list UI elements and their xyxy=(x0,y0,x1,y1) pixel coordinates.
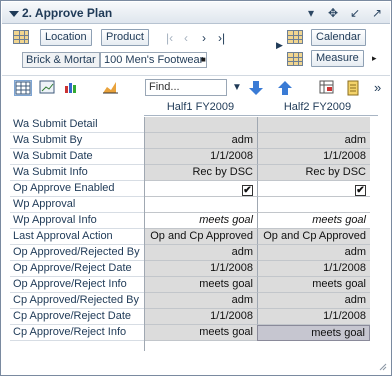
cell[interactable]: 1/1/2008 xyxy=(257,149,370,165)
cell[interactable]: meets goal xyxy=(144,325,257,341)
breadcrumb-product[interactable]: 100 Men's Footwear xyxy=(100,52,208,68)
cell[interactable] xyxy=(257,197,370,213)
last-page-icon[interactable]: ›| xyxy=(218,31,225,45)
column-divider xyxy=(144,117,145,351)
move-icon[interactable]: ✥ xyxy=(324,5,342,21)
export-icon[interactable] xyxy=(319,80,337,96)
cell[interactable] xyxy=(257,117,370,133)
breadcrumb-more-icon[interactable]: ■ xyxy=(201,55,206,64)
row-axis-icon xyxy=(13,30,29,44)
cell[interactable]: meets goal xyxy=(144,277,257,293)
table-row: Cp Approve/Reject Date 1/1/2008 1/1/2008 xyxy=(10,309,378,325)
row-label: Cp Approved/Rejected By xyxy=(10,293,144,309)
cell[interactable]: ✔ xyxy=(257,181,370,197)
op-approve-checkbox[interactable]: ✔ xyxy=(355,185,366,196)
table-row: Wa Submit Info Rec by DSC Rec by DSC xyxy=(10,165,378,181)
cell[interactable]: 1/1/2008 xyxy=(257,261,370,277)
cell[interactable] xyxy=(144,197,257,213)
arrow-up-icon[interactable] xyxy=(277,80,295,96)
row-label: Wp Approval Info xyxy=(10,213,144,229)
next-page-icon[interactable]: › xyxy=(202,31,206,45)
op-approve-checkbox[interactable]: ✔ xyxy=(242,185,253,196)
window-title: 2. Approve Plan xyxy=(22,6,113,20)
breadcrumb-location[interactable]: Brick & Mortar xyxy=(22,52,100,68)
table-row: Last Approval Action Op and Cp Approved … xyxy=(10,229,378,245)
table-row: Cp Approved/Rejected By adm adm xyxy=(10,293,378,309)
row-label: Last Approval Action xyxy=(10,229,144,245)
table-row: Op Approve Enabled ✔ ✔ xyxy=(10,181,378,197)
calendar-dimension-button[interactable]: Calendar xyxy=(311,29,366,46)
cell[interactable]: Rec by DSC xyxy=(144,165,257,181)
table-row: Wa Submit By adm adm xyxy=(10,133,378,149)
resize-grip-icon[interactable] xyxy=(377,361,387,371)
table-row: Wp Approval Info meets goal meets goal xyxy=(10,213,378,229)
cell[interactable]: Rec by DSC xyxy=(257,165,370,181)
row-label: Op Approved/Rejected By xyxy=(10,245,144,261)
find-input[interactable]: Find... xyxy=(145,79,227,96)
view-toolbar: Find... ▼ » xyxy=(2,75,390,99)
column-axis-icon xyxy=(287,30,303,44)
cell[interactable]: adm xyxy=(144,245,257,261)
cell[interactable]: adm xyxy=(257,133,370,149)
row-label: Wa Submit Detail xyxy=(10,117,144,133)
row-label: Wa Submit Info xyxy=(10,165,144,181)
title-bar: 2. Approve Plan ▾ ✥ ↙ ↗ xyxy=(2,2,390,24)
cell[interactable]: 1/1/2008 xyxy=(144,261,257,277)
row-label: Cp Approve/Reject Info xyxy=(10,325,144,341)
arrow-down-icon[interactable] xyxy=(248,80,266,96)
measure-axis-icon xyxy=(287,52,303,66)
row-label: Wa Submit By xyxy=(10,133,144,149)
row-label: Wp Approval xyxy=(10,197,144,213)
cell[interactable]: adm xyxy=(257,245,370,261)
cell[interactable] xyxy=(144,117,257,133)
more-tools-icon[interactable]: » xyxy=(374,80,381,95)
column-dimension-panel: Calendar Measure ▸ xyxy=(283,25,387,71)
row-label: Cp Approve/Reject Date xyxy=(10,309,144,325)
table-row: Cp Approve/Reject Info meets goal meets … xyxy=(10,325,378,341)
chevron-down-icon[interactable]: ▾ xyxy=(302,5,320,21)
measure-dimension-button[interactable]: Measure xyxy=(311,50,364,67)
product-dimension-button[interactable]: Product xyxy=(101,29,149,46)
table-row: Op Approved/Rejected By adm adm xyxy=(10,245,378,261)
cell[interactable]: Op and Cp Approved xyxy=(257,229,370,245)
approve-plan-window: 2. Approve Plan ▾ ✥ ↙ ↗ Location Product… xyxy=(0,0,392,376)
minimize-icon[interactable]: ↙ xyxy=(346,5,364,21)
cell[interactable]: 1/1/2008 xyxy=(144,309,257,325)
table-row: Wa Submit Date 1/1/2008 1/1/2008 xyxy=(10,149,378,165)
selected-cell[interactable]: meets goal xyxy=(257,325,370,341)
notes-icon[interactable] xyxy=(345,80,363,96)
column-header[interactable]: Half1 FY2009 xyxy=(144,99,257,116)
scroll-right-icon[interactable]: ▸ xyxy=(372,53,377,64)
chart-table-icon[interactable] xyxy=(39,80,57,96)
location-dimension-button[interactable]: Location xyxy=(40,29,92,46)
first-page-icon[interactable]: |‹ xyxy=(166,31,173,45)
table-row: Wa Submit Detail xyxy=(10,117,378,133)
expand-arrow-icon[interactable]: ▶ xyxy=(276,40,283,51)
table-row: Op Approve/Reject Info meets goal meets … xyxy=(10,277,378,293)
previous-page-icon[interactable]: ‹ xyxy=(184,31,188,45)
maximize-icon[interactable]: ↗ xyxy=(368,5,386,21)
table-row: Wp Approval xyxy=(10,197,378,213)
row-label: Op Approve/Reject Date xyxy=(10,261,144,277)
area-chart-icon[interactable] xyxy=(102,80,120,96)
cell[interactable]: adm xyxy=(144,133,257,149)
cell[interactable]: adm xyxy=(144,293,257,309)
find-dropdown-icon[interactable]: ▼ xyxy=(232,82,242,93)
cell[interactable]: adm xyxy=(257,293,370,309)
cell[interactable]: meets goal xyxy=(144,213,257,229)
cell[interactable]: 1/1/2008 xyxy=(257,309,370,325)
cell[interactable]: meets goal xyxy=(257,277,370,293)
column-header[interactable]: Half2 FY2009 xyxy=(257,99,378,116)
row-label: Op Approve/Reject Info xyxy=(10,277,144,293)
cell[interactable]: ✔ xyxy=(144,181,257,197)
collapse-toggle-icon[interactable] xyxy=(7,7,20,20)
cell[interactable]: Op and Cp Approved xyxy=(144,229,257,245)
table-view-icon[interactable] xyxy=(14,80,32,96)
row-label: Wa Submit Date xyxy=(10,149,144,165)
row-label: Op Approve Enabled xyxy=(10,181,144,197)
cell[interactable]: 1/1/2008 xyxy=(144,149,257,165)
bar-chart-icon[interactable] xyxy=(63,80,81,96)
cell[interactable]: meets goal xyxy=(257,213,370,229)
table-row: Op Approve/Reject Date 1/1/2008 1/1/2008 xyxy=(10,261,378,277)
